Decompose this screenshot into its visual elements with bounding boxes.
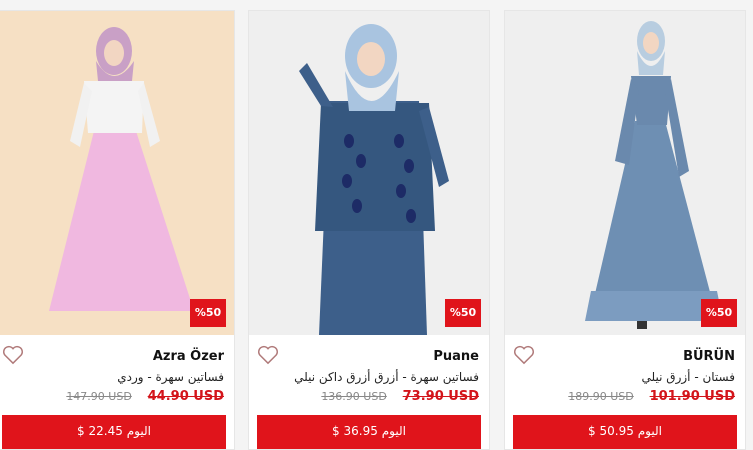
- today-price-bar[interactable]: $ 22.45 اليوم: [2, 415, 226, 449]
- product-name[interactable]: فستان - أزرق نيلي: [642, 370, 735, 384]
- brand-name[interactable]: Puane: [433, 349, 479, 364]
- today-price: $ 22.45: [77, 424, 123, 438]
- today-price: $ 36.95: [332, 424, 378, 438]
- discount-badge: %50: [701, 299, 737, 327]
- discount-badge: %50: [445, 299, 481, 327]
- product-name[interactable]: فساتين سهرة - وردي: [117, 370, 224, 384]
- brand-name[interactable]: Azra Özer: [153, 349, 224, 364]
- discount-badge: %50: [190, 299, 226, 327]
- today-label: اليوم: [637, 424, 662, 438]
- today-label: اليوم: [381, 424, 406, 438]
- product-card[interactable]: %50 Azra Özer فساتين سهرة - وردي 147.90 …: [0, 10, 235, 450]
- sale-price: 73.90 USD: [402, 389, 479, 404]
- product-image[interactable]: %50: [0, 11, 234, 335]
- sale-price: 44.90 USD: [147, 389, 224, 404]
- product-image[interactable]: %50: [505, 11, 745, 335]
- old-price: 136.90 USD: [321, 390, 387, 403]
- today-price: $ 50.95: [588, 424, 634, 438]
- product-name[interactable]: فساتين سهرة - أزرق أزرق داكن نيلي: [294, 370, 479, 384]
- today-label: اليوم: [126, 424, 151, 438]
- sale-price: 101.90 USD: [649, 389, 735, 404]
- heart-icon[interactable]: [2, 345, 24, 365]
- today-price-bar[interactable]: $ 50.95 اليوم: [513, 415, 737, 449]
- today-price-bar[interactable]: $ 36.95 اليوم: [257, 415, 481, 449]
- old-price: 189.90 USD: [568, 390, 634, 403]
- heart-icon[interactable]: [257, 345, 279, 365]
- old-price: 147.90 USD: [66, 390, 132, 403]
- price-row: 147.90 USD 44.90 USD: [66, 389, 224, 404]
- product-card[interactable]: %50 BÜRÜN فستان - أزرق نيلي 189.90 USD 1…: [504, 10, 746, 450]
- product-card[interactable]: %50 Puane فساتين سهرة - أزرق أزرق داكن ن…: [248, 10, 490, 450]
- product-image[interactable]: %50: [249, 11, 489, 335]
- brand-name[interactable]: BÜRÜN: [683, 349, 735, 364]
- price-row: 136.90 USD 73.90 USD: [321, 389, 479, 404]
- heart-icon[interactable]: [513, 345, 535, 365]
- price-row: 189.90 USD 101.90 USD: [568, 389, 735, 404]
